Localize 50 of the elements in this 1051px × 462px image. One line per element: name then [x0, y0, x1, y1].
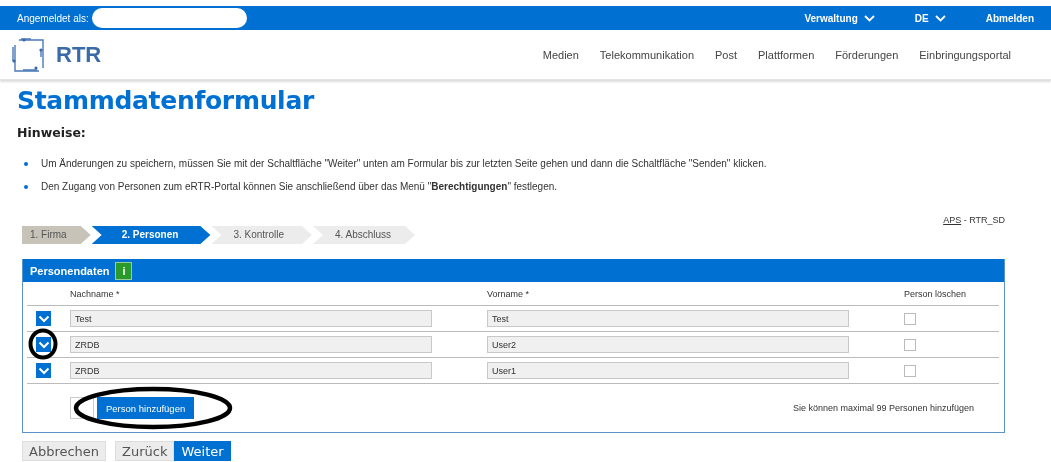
- top-menu-item[interactable]: DE: [914, 12, 946, 24]
- top-menu-item[interactable]: Verwaltung: [804, 12, 875, 24]
- column-header: Nachname *: [70, 288, 121, 299]
- nav-link[interactable]: Telekommunikation: [599, 48, 694, 61]
- expand-button[interactable]: [36, 337, 51, 352]
- chevron-down-icon: [934, 14, 946, 22]
- input-field[interactable]: Test: [70, 310, 432, 327]
- logo-text: RTR: [56, 41, 102, 68]
- expand-button[interactable]: [36, 311, 51, 326]
- bullet-icon: [24, 161, 28, 166]
- note-text: Den Zugang von Personen zum eRTR-Portal können Sie anschließend über das Menü "Berechtigungen" festlegen.: [41, 181, 558, 192]
- input-field[interactable]: User2: [487, 336, 849, 353]
- note-text: Um Änderungen zu speichern, müssen Sie mit der Schaltfläche "Weiter" unten am Formular bis zur letzten Seite gehen und dann die Schaltfläche "Senden" klicken.: [41, 158, 767, 169]
- nav-link[interactable]: Einbringungsportal: [919, 48, 1011, 61]
- step-tab[interactable]: 4. Abschluss: [312, 226, 416, 244]
- checkbox[interactable]: [904, 364, 916, 377]
- form-link[interactable]: APS: [943, 215, 962, 225]
- bullet-icon: [24, 184, 28, 189]
- nav-link[interactable]: Förderungen: [835, 48, 899, 61]
- input-field[interactable]: User1: [487, 362, 849, 379]
- input-field[interactable]: ZRDB: [70, 362, 432, 379]
- nav-link[interactable]: Plattformen: [758, 48, 815, 61]
- column-header: Person löschen: [904, 288, 968, 299]
- input-field[interactable]: Test: [487, 310, 849, 327]
- limit-note: Sie können maximal 99 Personen hinzufügen: [792, 403, 974, 413]
- login-label: Angemeldet als:: [17, 12, 89, 24]
- annotation-ellipse: [28, 328, 58, 360]
- form-button[interactable]: Abbrechen: [22, 441, 107, 461]
- step-tab[interactable]: 2. Personen: [91, 226, 211, 244]
- add-person-button[interactable]: Person hinzufügen: [97, 397, 195, 419]
- info-icon[interactable]: i: [115, 261, 133, 280]
- form-button[interactable]: Zurück: [115, 441, 175, 461]
- expand-button[interactable]: [36, 363, 51, 378]
- page-title: Stammdatenformular: [17, 86, 316, 115]
- empty-box: [70, 397, 94, 419]
- form-code: - RTR_SD: [963, 215, 1005, 225]
- column-header: Vorname *: [487, 288, 531, 299]
- nav-link[interactable]: Medien: [542, 48, 579, 61]
- notes-heading: Hinweise:: [17, 125, 87, 140]
- checkbox[interactable]: [904, 312, 916, 325]
- logo-icon: [11, 36, 47, 73]
- step-tab[interactable]: 3. Kontrolle: [211, 226, 312, 244]
- nav-link[interactable]: Post: [715, 48, 737, 61]
- chevron-down-icon: [863, 14, 875, 22]
- form-button[interactable]: Weiter: [174, 441, 231, 461]
- step-tab[interactable]: 1. Firma: [22, 226, 91, 244]
- checkbox[interactable]: [904, 338, 916, 351]
- panel-title: Personendaten: [30, 264, 110, 277]
- top-menu-item[interactable]: Abmelden: [985, 12, 1034, 24]
- input-field[interactable]: ZRDB: [70, 336, 432, 353]
